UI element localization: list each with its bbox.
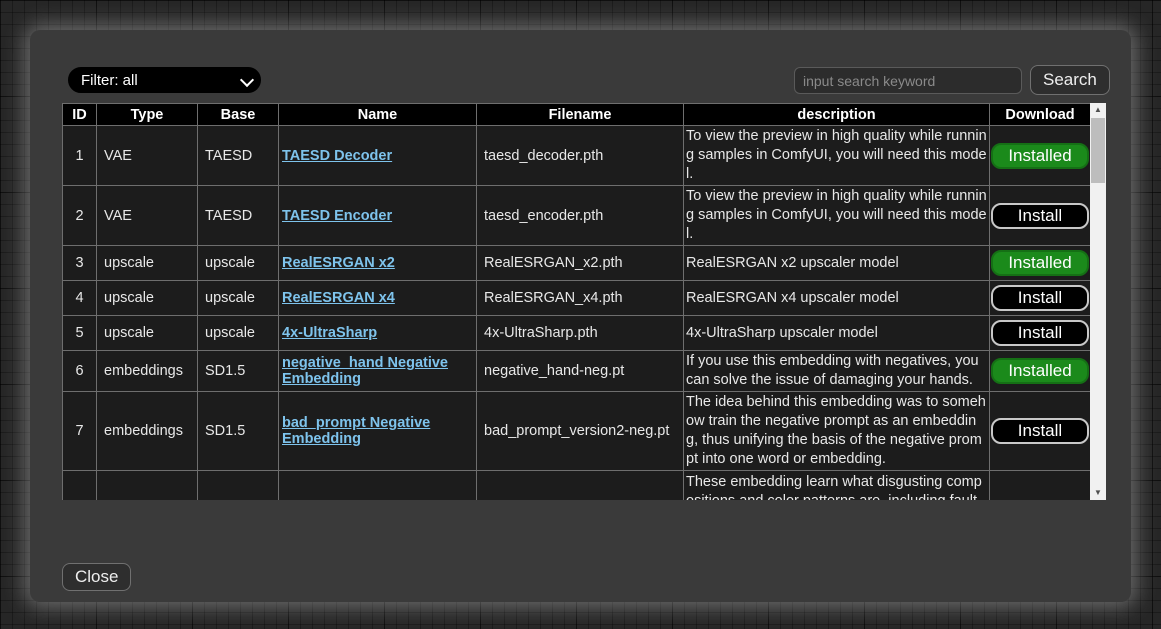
cell-description: To view the preview in high quality whil… bbox=[684, 126, 990, 186]
cell-id bbox=[63, 471, 97, 501]
cell-type: embeddings bbox=[97, 351, 198, 392]
install-button[interactable]: Install bbox=[991, 285, 1089, 311]
table-row: 5 upscale upscale 4x-UltraSharp 4x-Ultra… bbox=[63, 316, 1091, 351]
cell-id: 3 bbox=[63, 246, 97, 281]
cell-filename: bad_prompt_version2-neg.pt bbox=[477, 392, 684, 471]
cell-filename: RealESRGAN_x2.pth bbox=[477, 246, 684, 281]
cell-id: 7 bbox=[63, 392, 97, 471]
cell-base: upscale bbox=[198, 281, 279, 316]
cell-download: Installed bbox=[990, 246, 1091, 281]
header-id: ID bbox=[63, 104, 97, 126]
canvas-background: { "dialog": { "filter": { "value": "Filt… bbox=[0, 0, 1161, 629]
cell-filename bbox=[477, 471, 684, 501]
table-row: These embedding learn what disgusting co… bbox=[63, 471, 1091, 501]
cell-type: VAE bbox=[97, 186, 198, 246]
cell-filename: negative_hand-neg.pt bbox=[477, 351, 684, 392]
cell-download: Installed bbox=[990, 351, 1091, 392]
cell-download: Install bbox=[990, 281, 1091, 316]
cell-filename: taesd_decoder.pth bbox=[477, 126, 684, 186]
cell-type: upscale bbox=[97, 281, 198, 316]
cell-id: 5 bbox=[63, 316, 97, 351]
cell-description: If you use this embedding with negatives… bbox=[684, 351, 990, 392]
model-name-link[interactable]: TAESD Encoder bbox=[282, 208, 392, 224]
cell-base: TAESD bbox=[198, 186, 279, 246]
cell-type: upscale bbox=[97, 316, 198, 351]
cell-name bbox=[279, 471, 477, 501]
cell-id: 4 bbox=[63, 281, 97, 316]
model-name-link[interactable]: RealESRGAN x4 bbox=[282, 290, 395, 306]
cell-download: Install bbox=[990, 392, 1091, 471]
header-base: Base bbox=[198, 104, 279, 126]
cell-download bbox=[990, 471, 1091, 501]
header-name: Name bbox=[279, 104, 477, 126]
table-row: 2 VAE TAESD TAESD Encoder taesd_encoder.… bbox=[63, 186, 1091, 246]
table-row: 4 upscale upscale RealESRGAN x4 RealESRG… bbox=[63, 281, 1091, 316]
cell-description: These embedding learn what disgusting co… bbox=[684, 471, 990, 501]
install-button[interactable]: Install bbox=[991, 320, 1089, 346]
model-name-link[interactable]: RealESRGAN x2 bbox=[282, 255, 395, 271]
scrollbar-down-icon[interactable]: ▼ bbox=[1090, 486, 1106, 500]
cell-description: RealESRGAN x2 upscaler model bbox=[684, 246, 990, 281]
cell-description: The idea behind this embedding was to so… bbox=[684, 392, 990, 471]
cell-id: 6 bbox=[63, 351, 97, 392]
model-name-link[interactable]: 4x-UltraSharp bbox=[282, 325, 377, 341]
model-name-link[interactable]: negative_hand Negative Embedding bbox=[282, 355, 448, 387]
cell-name: TAESD Decoder bbox=[279, 126, 477, 186]
cell-id: 2 bbox=[63, 186, 97, 246]
cell-filename: RealESRGAN_x4.pth bbox=[477, 281, 684, 316]
install-button[interactable]: Install bbox=[991, 418, 1089, 444]
table-row: 3 upscale upscale RealESRGAN x2 RealESRG… bbox=[63, 246, 1091, 281]
cell-base: SD1.5 bbox=[198, 351, 279, 392]
cell-filename: taesd_encoder.pth bbox=[477, 186, 684, 246]
cell-base: upscale bbox=[198, 316, 279, 351]
table-row: 7 embeddings SD1.5 bad_prompt Negative E… bbox=[63, 392, 1091, 471]
cell-type: VAE bbox=[97, 126, 198, 186]
cell-name: negative_hand Negative Embedding bbox=[279, 351, 477, 392]
cell-name: TAESD Encoder bbox=[279, 186, 477, 246]
header-type: Type bbox=[97, 104, 198, 126]
installed-button[interactable]: Installed bbox=[991, 250, 1089, 276]
cell-name: RealESRGAN x4 bbox=[279, 281, 477, 316]
header-filename: Filename bbox=[477, 104, 684, 126]
cell-download: Install bbox=[990, 186, 1091, 246]
search-button[interactable]: Search bbox=[1030, 65, 1110, 95]
scrollbar-up-icon[interactable]: ▲ bbox=[1090, 103, 1106, 117]
model-table-container: ID Type Base Name Filename description D… bbox=[62, 103, 1090, 500]
model-manager-dialog: Filter: all Search ID Type Base Name Fil… bbox=[30, 30, 1131, 602]
cell-base: SD1.5 bbox=[198, 392, 279, 471]
cell-type: upscale bbox=[97, 246, 198, 281]
cell-description: 4x-UltraSharp upscaler model bbox=[684, 316, 990, 351]
installed-button[interactable]: Installed bbox=[991, 358, 1089, 384]
search-input[interactable] bbox=[794, 67, 1022, 94]
model-name-link[interactable]: TAESD Decoder bbox=[282, 148, 392, 164]
model-table: ID Type Base Name Filename description D… bbox=[62, 103, 1090, 500]
cell-description: RealESRGAN x4 upscaler model bbox=[684, 281, 990, 316]
header-description: description bbox=[684, 104, 990, 126]
cell-name: bad_prompt Negative Embedding bbox=[279, 392, 477, 471]
filter-select[interactable]: Filter: all bbox=[68, 67, 261, 93]
model-name-link[interactable]: bad_prompt Negative Embedding bbox=[282, 415, 430, 447]
header-download: Download bbox=[990, 104, 1091, 126]
install-button[interactable]: Install bbox=[991, 203, 1089, 229]
cell-base: upscale bbox=[198, 246, 279, 281]
close-button[interactable]: Close bbox=[62, 563, 131, 591]
table-scrollbar[interactable]: ▲ ▼ bbox=[1090, 103, 1106, 500]
table-header-row: ID Type Base Name Filename description D… bbox=[63, 104, 1091, 126]
cell-download: Install bbox=[990, 316, 1091, 351]
cell-base bbox=[198, 471, 279, 501]
installed-button[interactable]: Installed bbox=[991, 143, 1089, 169]
scrollbar-thumb[interactable] bbox=[1091, 118, 1105, 183]
cell-name: RealESRGAN x2 bbox=[279, 246, 477, 281]
cell-filename: 4x-UltraSharp.pth bbox=[477, 316, 684, 351]
cell-base: TAESD bbox=[198, 126, 279, 186]
cell-type bbox=[97, 471, 198, 501]
table-row: 1 VAE TAESD TAESD Decoder taesd_decoder.… bbox=[63, 126, 1091, 186]
cell-name: 4x-UltraSharp bbox=[279, 316, 477, 351]
cell-type: embeddings bbox=[97, 392, 198, 471]
cell-id: 1 bbox=[63, 126, 97, 186]
cell-download: Installed bbox=[990, 126, 1091, 186]
cell-description: To view the preview in high quality whil… bbox=[684, 186, 990, 246]
table-row: 6 embeddings SD1.5 negative_hand Negativ… bbox=[63, 351, 1091, 392]
